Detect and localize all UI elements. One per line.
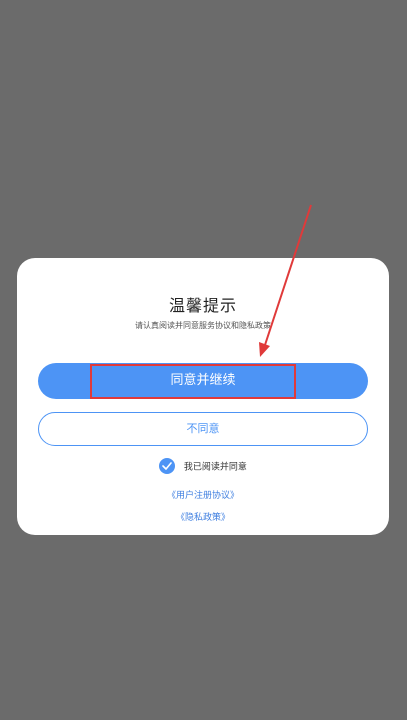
agree-continue-button[interactable]: 同意并继续 <box>38 363 368 399</box>
privacy-policy-link[interactable]: 《隐私政策》 <box>17 510 389 523</box>
dialog-subtitle: 请认真阅读并同意服务协议和隐私政策 <box>135 321 271 330</box>
consent-dialog: 温馨提示 请认真阅读并同意服务协议和隐私政策 同意并继续 不同意 我已阅读并同意… <box>17 258 389 535</box>
user-agreement-link[interactable]: 《用户注册协议》 <box>17 488 389 501</box>
disagree-button[interactable]: 不同意 <box>38 412 368 446</box>
agree-row: 我已阅读并同意 <box>17 458 389 474</box>
check-circle-icon[interactable] <box>159 458 176 474</box>
agree-label: 我已阅读并同意 <box>183 462 247 473</box>
dialog-title: 温馨提示 <box>168 296 237 315</box>
